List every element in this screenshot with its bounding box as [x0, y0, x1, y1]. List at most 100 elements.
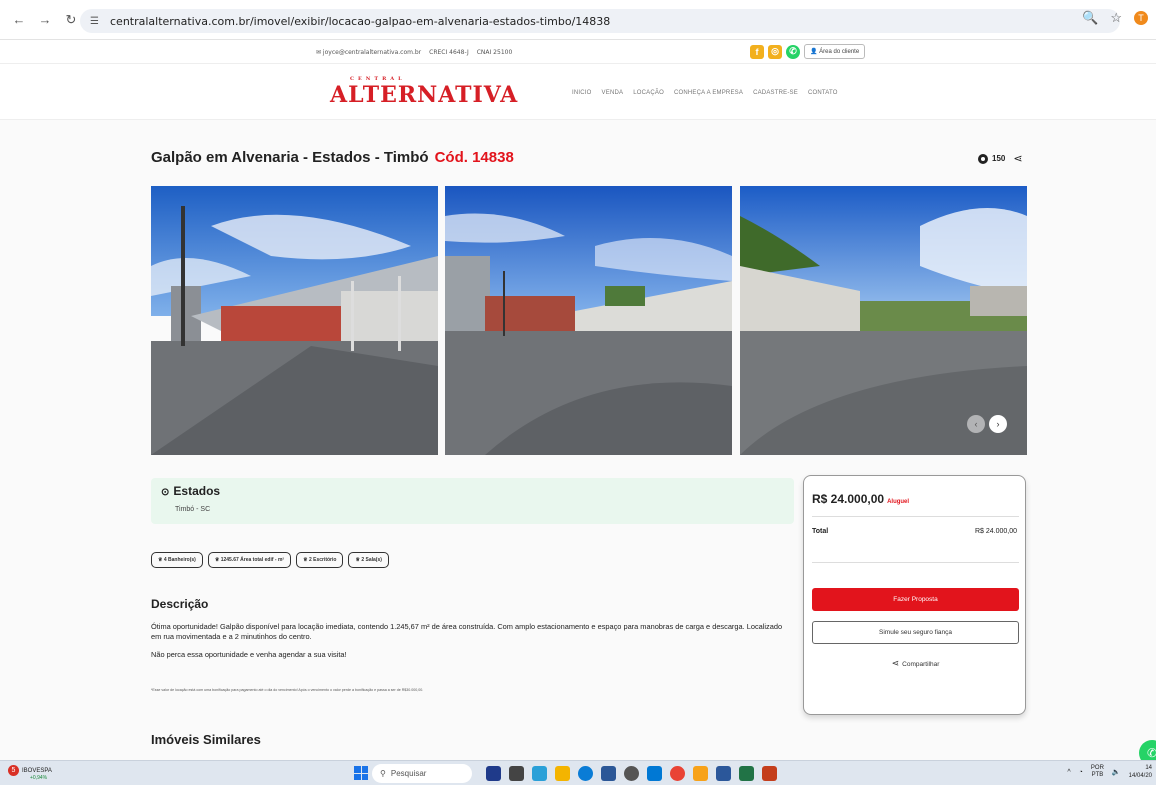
time-text: 14	[1145, 765, 1152, 771]
taskview-icon[interactable]	[509, 766, 524, 781]
site-header: CENTRAL ALTERNATIVA INICIO VENDA LOCAÇÃO CO…	[0, 64, 1156, 120]
menu-item[interactable]: VENDA	[602, 90, 624, 96]
photo-2[interactable]	[445, 186, 732, 455]
listing-title: Galpão em Alvenaria - Estados - Timbó	[151, 149, 429, 166]
lang2-text: PTB	[1091, 772, 1104, 778]
app-icon[interactable]	[486, 766, 501, 781]
language-indicator[interactable]: POR PTB	[1091, 765, 1104, 779]
facebook-icon[interactable]: f	[750, 44, 764, 59]
description-body: Ótima oportunidade! Galpão disponível pa…	[151, 622, 791, 668]
email-link[interactable]: ✉ joyce@centralalternativa.com.br	[316, 49, 421, 56]
share-icon[interactable]: ⋖	[1013, 152, 1022, 165]
feature-badge: ♕ 2 Sala(s)	[348, 552, 389, 568]
site-logo[interactable]: CENTRAL ALTERNATIVA	[330, 76, 519, 108]
listing-content: Galpão em Alvenaria - Estados - Timbó Cód…	[0, 120, 1156, 760]
menu-item[interactable]: LOCAÇÃO	[633, 90, 664, 96]
location-pin-icon: ⊙	[161, 487, 170, 498]
feature-label: 2 Escritório	[308, 557, 337, 563]
date-text: 14/04/20	[1128, 773, 1152, 779]
address-bar[interactable]: ☰ centralalternativa.com.br/imovel/exibi…	[80, 9, 1120, 33]
browser-toolbar: ← → ↻ ☰ centralalternativa.com.br/imovel…	[0, 0, 1156, 40]
price-card: R$ 24.000,00 Aluguel Total R$ 24.000,00 F…	[803, 475, 1026, 715]
client-area-label: Área do cliente	[819, 49, 860, 55]
city-text: Timbó - SC	[175, 506, 211, 513]
next-photo-button[interactable]: ›	[989, 415, 1007, 433]
page-title: Galpão em Alvenaria - Estados - Timbó Cód…	[151, 149, 514, 166]
price-value: R$ 24.000,00	[812, 492, 885, 506]
instagram-icon[interactable]: ◎	[768, 44, 782, 59]
prev-photo-button[interactable]: ‹	[967, 415, 985, 433]
back-icon[interactable]: ←	[8, 9, 30, 31]
photo-1[interactable]	[151, 186, 438, 455]
edge-icon[interactable]	[578, 766, 593, 781]
site-settings-icon[interactable]: ☰	[90, 14, 104, 28]
windows-taskbar: 5 IBOVESPA +0,94% ⚲ Pesquisar ^ ◔ POR PT…	[0, 760, 1156, 785]
windows-start-icon[interactable]	[354, 766, 368, 780]
clock[interactable]: 14 14/04/20	[1129, 764, 1152, 780]
store-icon[interactable]	[601, 766, 616, 781]
bookmark-star-icon[interactable]: ☆	[1110, 10, 1122, 26]
stock-name: IBOVESPA	[22, 767, 52, 774]
web-page: ✉ joyce@centralalternativa.com.br CRECI …	[0, 40, 1156, 760]
url-text: centralalternativa.com.br/imovel/exibir/…	[110, 14, 611, 28]
divider	[812, 562, 1019, 563]
menu-item[interactable]: INICIO	[572, 90, 592, 96]
chrome-icon[interactable]	[670, 766, 685, 781]
menu-item[interactable]: CONTATO	[808, 90, 838, 96]
reload-icon[interactable]: ↻	[60, 9, 82, 31]
site-topbar: ✉ joyce@centralalternativa.com.br CRECI …	[0, 40, 1156, 64]
taskbar-search[interactable]: ⚲ Pesquisar	[372, 764, 472, 783]
pinned-apps	[486, 766, 777, 781]
wifi-icon[interactable]: ◔	[1079, 769, 1083, 776]
total-value: R$ 24.000,00	[974, 528, 1017, 535]
location-title: ⊙ Estados	[161, 484, 220, 498]
social-links: f ◎ ✆ 👤 Área do cliente	[750, 44, 866, 59]
search-icon: ⚲	[380, 769, 386, 778]
profile-avatar[interactable]: T	[1134, 11, 1148, 25]
logo-top-text: CENTRAL	[350, 76, 406, 82]
whatsapp-float-button[interactable]: ✆	[1139, 740, 1156, 760]
lang-text: POR	[1090, 765, 1104, 771]
outlook-icon[interactable]	[647, 766, 662, 781]
word-icon[interactable]	[716, 766, 731, 781]
app-icon[interactable]	[532, 766, 547, 781]
price-disclaimer: *Esse valor de locação está com uma boni…	[151, 688, 424, 692]
user-icon: 👤	[810, 49, 818, 55]
logo-main-text: ALTERNATIVA	[330, 82, 519, 108]
creci-text: CRECI 4648-J	[429, 49, 469, 56]
listing-code: Cód. 14838	[434, 149, 514, 166]
feature-label: 2 Sala(s)	[361, 557, 382, 563]
view-counter: 150 ⋖	[978, 152, 1023, 165]
zoom-icon[interactable]: 🔍	[1082, 10, 1098, 26]
whatsapp-small-icon[interactable]: ✆	[786, 44, 800, 59]
forward-icon[interactable]: →	[34, 9, 56, 31]
excel-icon[interactable]	[739, 766, 754, 781]
insurance-simulation-button[interactable]: Simule seu seguro fiança	[812, 621, 1019, 644]
file-explorer-icon[interactable]	[555, 766, 570, 781]
feature-badge: ♕ 4 Banheiro(s)	[151, 552, 203, 568]
feature-badge: ♕ 2 Escritório	[296, 552, 344, 568]
chevron-up-icon[interactable]: ^	[1067, 769, 1070, 776]
volume-icon[interactable]: 🔈	[1112, 768, 1121, 776]
neighborhood-text: Estados	[173, 484, 221, 498]
app-icon[interactable]	[693, 766, 708, 781]
make-proposal-button[interactable]: Fazer Proposta	[812, 588, 1019, 611]
divider	[812, 516, 1019, 517]
menu-item[interactable]: CADASTRE-SE	[753, 90, 798, 96]
client-area-button[interactable]: 👤 Área do cliente	[804, 44, 866, 59]
menu-item[interactable]: CONHEÇA A EMPRESA	[674, 90, 743, 96]
browser-actions: 🔍 ☆ T	[1082, 10, 1148, 26]
app-icon[interactable]	[762, 766, 777, 781]
system-tray: ^ ◔ POR PTB 🔈 14 14/04/20	[1067, 764, 1152, 780]
share-link[interactable]: ⋖ Compartilhar	[804, 658, 1027, 669]
photo-3[interactable]: ‹ ›	[740, 186, 1027, 455]
feature-label: 1245.67 Área total edif - m²	[220, 557, 285, 563]
description-title: Descrição	[151, 597, 209, 611]
share-label: Compartilhar	[902, 661, 940, 668]
stock-change: +0,94%	[30, 775, 48, 781]
similar-listings-title: Imóveis Similares	[151, 732, 261, 747]
dell-icon[interactable]	[624, 766, 639, 781]
main-menu: INICIO VENDA LOCAÇÃO CONHEÇA A EMPRESA CADAS…	[572, 90, 838, 96]
description-paragraph-2: Não perca essa oportunidade e venha agen…	[151, 650, 347, 659]
eye-icon	[978, 153, 988, 164]
